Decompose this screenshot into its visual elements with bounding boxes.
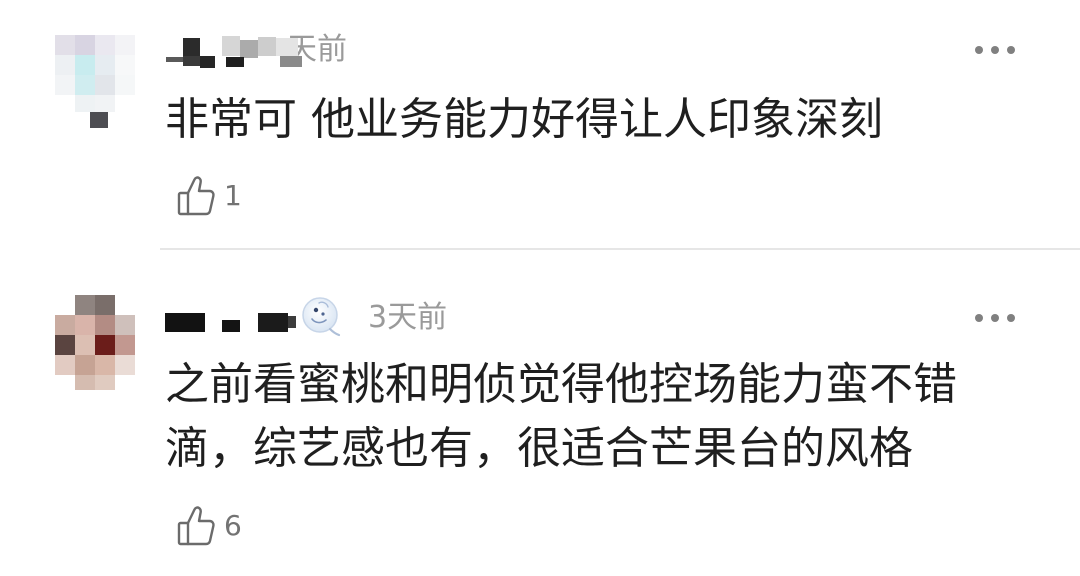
avatar-pixel xyxy=(75,375,95,390)
avatar-pixel xyxy=(55,35,75,55)
avatar-pixel xyxy=(95,295,115,315)
avatar-pixel xyxy=(55,55,75,75)
avatar-pixel xyxy=(55,315,75,335)
comment-text-line: 之前看蜜桃和明侦觉得他控场能力蛮不错 xyxy=(165,359,957,410)
username-pixel xyxy=(222,36,240,56)
username-pixel xyxy=(200,56,215,68)
avatar[interactable] xyxy=(55,35,135,130)
avatar-pixel xyxy=(95,55,115,75)
avatar-pixel xyxy=(95,355,115,375)
avatar-pixel xyxy=(95,75,115,95)
username-pixel xyxy=(240,40,258,58)
avatar-pixel xyxy=(95,335,115,355)
avatar-pixel xyxy=(95,95,115,112)
avatar-pixel xyxy=(75,295,95,315)
comment-text: 非常可 他业务能力好得让人印象深刻 xyxy=(165,87,883,153)
thumbs-up-icon xyxy=(176,505,216,547)
comment-time: 3天前 xyxy=(368,300,448,335)
avatar-pixel xyxy=(75,335,95,355)
avatar-pixel xyxy=(75,95,95,112)
like-button[interactable]: 6 xyxy=(176,504,242,548)
avatar-pixel xyxy=(90,112,108,128)
like-button[interactable]: 1 xyxy=(176,174,242,218)
username-pixel xyxy=(280,56,302,67)
avatar-pixel xyxy=(115,335,135,355)
avatar-pixel xyxy=(55,355,75,375)
more-options-button[interactable] xyxy=(972,38,1018,62)
avatar[interactable] xyxy=(55,295,135,390)
username-pixel xyxy=(222,320,240,332)
username-pixel xyxy=(288,316,296,328)
avatar-pixel xyxy=(75,315,95,335)
more-dot-icon xyxy=(1007,46,1015,54)
like-count: 6 xyxy=(224,509,242,542)
username-pixel xyxy=(183,56,200,66)
comment-text-line: 滴，综艺感也有，很适合芒果台的风格 xyxy=(165,423,913,474)
avatar-pixel xyxy=(115,75,135,95)
username-redacted[interactable] xyxy=(160,310,300,340)
username-pixel xyxy=(258,37,276,56)
avatar-pixel xyxy=(75,75,95,95)
comment-text-line: 非常可 他业务能力好得让人印象深刻 xyxy=(165,94,883,145)
username-pixel xyxy=(166,57,183,62)
avatar-pixel xyxy=(115,35,135,55)
user-badge-icon xyxy=(300,295,342,341)
username-pixel xyxy=(183,38,200,56)
avatar-pixel xyxy=(75,355,95,375)
username-redacted[interactable] xyxy=(160,30,305,72)
more-dot-icon xyxy=(1007,314,1015,322)
like-count: 1 xyxy=(224,179,242,212)
avatar-pixel xyxy=(115,355,135,375)
username-pixel xyxy=(258,313,288,332)
avatar-pixel xyxy=(95,375,115,390)
more-dot-icon xyxy=(975,46,983,54)
more-dot-icon xyxy=(975,314,983,322)
more-options-button[interactable] xyxy=(972,306,1018,330)
avatar-pixel xyxy=(95,315,115,335)
comment-item: 3天前 之前看蜜桃和明侦觉得他控场能力蛮不错 滴，综艺感也有，很适合芒果台的风格… xyxy=(0,250,1080,576)
more-dot-icon xyxy=(991,46,999,54)
username-pixel xyxy=(165,313,205,332)
avatar-pixel xyxy=(55,335,75,355)
username-pixel xyxy=(276,38,298,56)
thumbs-up-icon xyxy=(176,175,216,217)
comment-item: 天前 非常可 他业务能力好得让人印象深刻 1 xyxy=(0,0,1080,250)
username-pixel xyxy=(226,57,244,67)
avatar-pixel xyxy=(95,35,115,55)
avatar-pixel xyxy=(75,55,95,75)
avatar-pixel xyxy=(115,315,135,335)
avatar-pixel xyxy=(55,75,75,95)
comment-text: 之前看蜜桃和明侦觉得他控场能力蛮不错 滴，综艺感也有，很适合芒果台的风格 xyxy=(165,353,957,481)
avatar-pixel xyxy=(115,55,135,75)
more-dot-icon xyxy=(991,314,999,322)
avatar-pixel xyxy=(75,35,95,55)
